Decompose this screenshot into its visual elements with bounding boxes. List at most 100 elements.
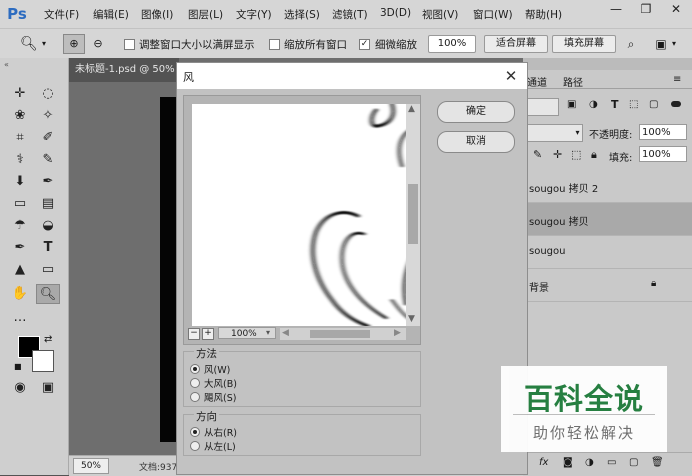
crop-tool-icon[interactable]: ⌗ [8,128,32,148]
gradient-tool-icon[interactable]: ▤ [36,194,60,214]
adjustment-filter-icon[interactable]: ◑ [589,99,598,110]
direction-right-label[interactable]: 从右(R) [204,425,237,439]
menu-view[interactable]: 视图(V) [422,7,458,22]
minimize-button[interactable]: — [602,0,630,18]
type-tool-icon[interactable]: T [36,238,60,258]
menu-image[interactable]: 图像(I) [141,7,173,22]
path-selection-tool-icon[interactable]: ▲ [8,260,32,280]
layer-row[interactable]: sougou 拷贝 [523,203,692,236]
brush-tool-icon[interactable]: ✎ [36,150,60,170]
mask-icon[interactable]: ◙ [563,457,573,468]
dialog-titlebar[interactable]: 风 ✕ [177,63,527,89]
marquee-tool-icon[interactable]: ◌ [36,84,60,104]
layer-row[interactable]: 背景 🔒︎ [523,269,692,302]
fx-icon[interactable]: fx [539,457,548,468]
menu-3d[interactable]: 3D(D) [380,7,411,19]
method-blast-radio[interactable] [190,378,200,388]
filter-toggle-icon[interactable] [671,101,681,107]
tab-channels[interactable]: 通道 [527,74,547,89]
rectangle-tool-icon[interactable]: ▭ [36,260,60,280]
move-tool-icon[interactable]: ✛ [8,84,32,104]
menu-window[interactable]: 窗口(W) [473,7,513,22]
more-tools-icon[interactable]: … [8,308,32,328]
background-color-swatch[interactable] [32,350,54,372]
scrubby-zoom-checkbox[interactable]: ✓ [359,39,370,50]
preview-hscrollbar[interactable]: ◀ ▶ [280,328,406,340]
menu-filter[interactable]: 滤镜(T) [332,7,368,22]
lock-pixels-icon[interactable]: ✎ [533,148,542,161]
fill-screen-button[interactable]: 填充屏幕 [552,35,616,53]
new-layer-icon[interactable]: ▢ [629,457,638,468]
delete-layer-icon[interactable]: 🗑︎ [651,457,664,468]
zoom-tool-preset-icon[interactable]: 🔍︎ [20,35,40,53]
zoom-tool-icon[interactable]: 🔍︎ [36,284,60,304]
blend-mode-select[interactable]: ▾ [527,124,583,142]
image-filter-icon[interactable]: ▣ [567,99,576,110]
cancel-button[interactable]: 取消 [437,131,515,153]
smart-object-filter-icon[interactable]: ▢ [649,99,658,110]
document-tab[interactable]: 未标题-1.psd @ 50% [69,58,179,82]
tab-paths[interactable]: 路径 [563,74,583,89]
opacity-input[interactable]: 100% [639,124,687,140]
filter-preview[interactable] [192,104,414,326]
restore-button[interactable]: ❐ [632,0,660,18]
scroll-up-icon[interactable]: ▲ [408,104,415,114]
screen-mode-icon[interactable]: ▣ [36,378,60,398]
menu-select[interactable]: 选择(S) [284,7,320,22]
scroll-thumb[interactable] [310,330,370,338]
layer-row[interactable]: sougou [523,236,692,269]
pen-tool-icon[interactable]: ✒ [8,238,32,258]
blur-tool-icon[interactable]: ☂ [8,216,32,236]
default-colors-icon[interactable]: ■ [14,362,22,371]
fit-screen-button[interactable]: 适合屏幕 [484,35,548,53]
zoom-all-checkbox[interactable] [269,39,280,50]
swap-colors-icon[interactable]: ⇄ [44,334,52,345]
zoom-in-icon[interactable]: ⊕ [63,34,85,54]
workspace-icon[interactable]: ▣ [652,35,670,53]
zoom-out-icon[interactable]: ⊖ [88,35,108,53]
scroll-left-icon[interactable]: ◀ [282,328,289,338]
healing-brush-tool-icon[interactable]: ⚕ [8,150,32,170]
resize-windows-checkbox[interactable] [124,39,135,50]
menu-type[interactable]: 文字(Y) [236,7,272,22]
lock-all-icon[interactable]: 🔒︎ [591,148,597,162]
collapse-icon[interactable]: « [4,60,9,69]
scroll-right-icon[interactable]: ▶ [394,328,401,338]
preview-vscrollbar[interactable]: ▲ ▼ [406,104,420,326]
method-wind-label[interactable]: 风(W) [204,362,230,376]
status-zoom-field[interactable]: 50% [73,458,109,474]
scroll-thumb[interactable] [408,184,418,244]
filter-kind-select[interactable] [527,98,559,116]
method-blast-label[interactable]: 大风(B) [204,376,237,390]
group-icon[interactable]: ▭ [607,457,616,468]
direction-left-label[interactable]: 从左(L) [204,439,236,453]
hand-tool-icon[interactable]: ✋ [8,284,32,304]
direction-right-radio[interactable] [190,427,200,437]
method-stagger-radio[interactable] [190,392,200,402]
layer-row[interactable]: sougou 拷贝 2 [523,170,692,203]
type-filter-icon[interactable]: T [611,98,619,111]
method-stagger-label[interactable]: 飓风(S) [204,390,236,404]
close-button[interactable]: ✕ [662,0,690,18]
menu-edit[interactable]: 编辑(E) [93,7,129,22]
dodge-tool-icon[interactable]: ◒ [36,216,60,236]
fill-input[interactable]: 100% [639,146,687,162]
menu-help[interactable]: 帮助(H) [525,7,562,22]
panel-menu-icon[interactable]: ≡ [673,74,681,85]
lock-position-icon[interactable]: ✛ [553,148,562,161]
menu-layer[interactable]: 图层(L) [188,7,223,22]
lasso-tool-icon[interactable]: ❀ [8,106,32,126]
quick-mask-icon[interactable]: ◉ [8,378,32,398]
adjustment-icon[interactable]: ◑ [585,457,594,468]
menu-file[interactable]: 文件(F) [44,7,79,22]
scroll-down-icon[interactable]: ▼ [408,314,415,324]
eraser-tool-icon[interactable]: ▭ [8,194,32,214]
method-wind-radio[interactable] [190,364,200,374]
history-brush-tool-icon[interactable]: ✒ [36,172,60,192]
chevron-down-icon[interactable]: ▾ [42,39,46,48]
ok-button[interactable]: 确定 [437,101,515,123]
zoom-out-preview-icon[interactable]: − [188,328,200,340]
zoom-value-field[interactable]: 100% [428,35,476,53]
search-icon[interactable]: ⌕ [622,35,640,53]
eyedropper-tool-icon[interactable]: ✐ [36,128,60,148]
